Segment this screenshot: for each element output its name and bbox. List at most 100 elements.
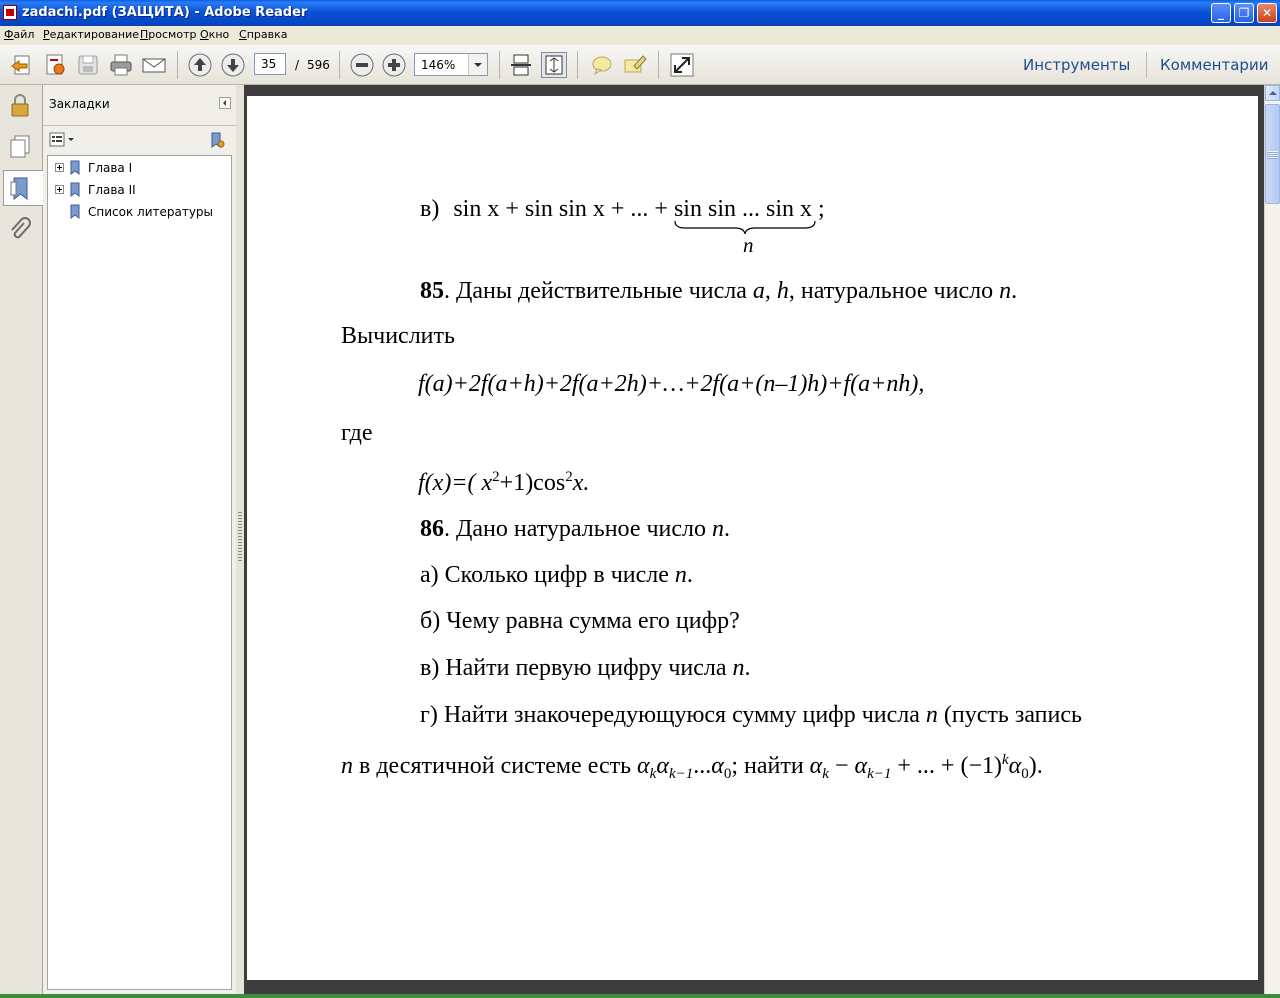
- maximize-button[interactable]: ❐: [1234, 3, 1254, 23]
- new-bookmark-button[interactable]: [206, 131, 226, 149]
- question-g: г) Найти знакочередующуюся сумму цифр чи…: [420, 702, 1082, 729]
- toolbar-separator: [577, 51, 578, 79]
- sum-expression: sin x + sin sin x + ... +: [453, 196, 668, 222]
- bookmark-item[interactable]: Список литературы: [48, 203, 228, 223]
- fx-left: f(x)=( x: [418, 470, 493, 496]
- open-icon: [11, 55, 30, 75]
- email-button[interactable]: [141, 52, 167, 78]
- question-text: в десятичной системе есть: [353, 753, 638, 779]
- bookmark-icon: [70, 160, 80, 175]
- expand-icon[interactable]: [55, 185, 64, 194]
- sign-factor: (−1): [960, 753, 1002, 779]
- task-text: , натуральное число: [788, 278, 1000, 304]
- bookmark-item[interactable]: Глава I: [48, 159, 228, 179]
- operator: −: [828, 753, 855, 779]
- minimize-button[interactable]: _: [1211, 3, 1231, 23]
- fx-right: x.: [572, 470, 590, 496]
- scroll-mode-button[interactable]: [508, 52, 534, 78]
- bookmark-icon: [70, 182, 80, 197]
- closing-punctuation: ).: [1028, 753, 1043, 779]
- page-separator: /: [295, 58, 300, 72]
- bookmark-label: Глава I: [88, 161, 133, 175]
- fit-page-icon: [545, 55, 563, 75]
- fullscreen-button[interactable]: [669, 52, 695, 78]
- sum-formula: f(a)+2f(a+h)+2f(a+2h)+…+2f(a+(n–1)h)+f(a…: [418, 371, 925, 397]
- bookmark-icon: [10, 177, 28, 201]
- toolbar-separator: [658, 51, 659, 79]
- email-icon: [142, 58, 166, 73]
- alpha-symbol: α: [711, 753, 724, 779]
- expand-icon[interactable]: [55, 163, 64, 172]
- zoom-out-button[interactable]: [349, 52, 375, 78]
- menu-help[interactable]: Справка: [239, 28, 287, 41]
- bookmark-icon: [70, 204, 80, 219]
- pages-button[interactable]: [4, 129, 36, 165]
- comment-icon: [592, 56, 612, 76]
- alpha-symbol: α: [809, 753, 823, 779]
- arrow-down-icon: [221, 53, 245, 77]
- tools-link[interactable]: Инструменты: [1023, 56, 1130, 74]
- zoom-in-button[interactable]: [381, 52, 407, 78]
- superscript: k: [1002, 752, 1009, 768]
- taskbar-strip: [0, 994, 1280, 998]
- save-button[interactable]: [75, 52, 101, 78]
- toolbar-separator: [1146, 52, 1147, 78]
- arrow-up-icon: [188, 53, 212, 77]
- menu-edit[interactable]: Редактирование: [43, 28, 139, 41]
- menu-file[interactable]: Файл: [4, 28, 34, 41]
- zoom-select[interactable]: 146%: [414, 53, 488, 76]
- toolbar-separator: [499, 51, 500, 79]
- save-icon: [78, 55, 98, 75]
- question-g-continuation: n в десятичной системе есть αkαk−1...α0;…: [341, 752, 1043, 783]
- task-punctuation: .: [686, 562, 693, 588]
- compute-line: Вычислить: [341, 323, 455, 349]
- menu-window[interactable]: Окно: [200, 28, 229, 41]
- security-button[interactable]: [4, 88, 36, 124]
- menu-bar: Файл Редактирование Просмотр Окно Справк…: [0, 26, 1280, 46]
- next-page-button[interactable]: [220, 52, 246, 78]
- menu-view[interactable]: Просмотр: [140, 28, 196, 41]
- bookmark-options-button[interactable]: [49, 132, 75, 148]
- splitter-grip[interactable]: [238, 512, 242, 562]
- attachments-button[interactable]: [4, 214, 36, 250]
- question-text: (пусть запись: [937, 702, 1082, 728]
- open-button[interactable]: [9, 52, 35, 78]
- chevron-down-icon[interactable]: [468, 54, 487, 75]
- brace-label: n: [743, 233, 754, 257]
- question-v: в) Найти первую цифру числа n.: [420, 655, 751, 682]
- fx-exponent: 2: [565, 469, 573, 485]
- plus-icon: [382, 53, 406, 77]
- ellipsis: ...: [693, 753, 712, 779]
- sticky-note-button[interactable]: [589, 52, 615, 78]
- subscript: k−1: [668, 766, 694, 782]
- collapse-panel-button[interactable]: [219, 97, 231, 109]
- subscript: 0: [1021, 766, 1029, 782]
- create-pdf-button[interactable]: [42, 52, 68, 78]
- alpha-symbol: α: [854, 753, 868, 779]
- fit-page-button[interactable]: [541, 52, 567, 78]
- vertical-scrollbar[interactable]: [1264, 85, 1280, 998]
- highlight-button[interactable]: [622, 52, 648, 78]
- fx-exponent: 2: [492, 469, 500, 485]
- close-button[interactable]: ✕: [1257, 3, 1277, 23]
- alpha-symbol: α: [637, 753, 650, 779]
- print-button[interactable]: [108, 52, 134, 78]
- page-number-input[interactable]: 35: [254, 53, 286, 75]
- task-text: . Даны действительные числа: [444, 278, 753, 304]
- sum-line: в) sin x + sin sin x + ... + sin sin ...…: [420, 196, 825, 234]
- question-b: б) Чему равна сумма его цифр?: [420, 608, 740, 634]
- scroll-up-button[interactable]: [1265, 85, 1280, 101]
- previous-page-button[interactable]: [187, 52, 213, 78]
- question-text: г) Найти знакочередующуюся сумму цифр чи…: [420, 702, 926, 728]
- question-text: ; найти: [731, 753, 810, 779]
- options-list-icon: [49, 132, 74, 147]
- underbrace: [674, 220, 816, 234]
- comments-link[interactable]: Комментарии: [1160, 56, 1268, 74]
- bookmarks-button[interactable]: [3, 170, 43, 206]
- lock-icon: [11, 94, 29, 117]
- task-number: 85: [420, 278, 444, 304]
- bookmark-label: Глава II: [88, 183, 136, 197]
- bookmark-item[interactable]: Глава II: [48, 181, 228, 201]
- task-punctuation: .: [744, 655, 751, 681]
- task-85-line: 85. Даны действительные числа a, h, нату…: [420, 278, 1017, 305]
